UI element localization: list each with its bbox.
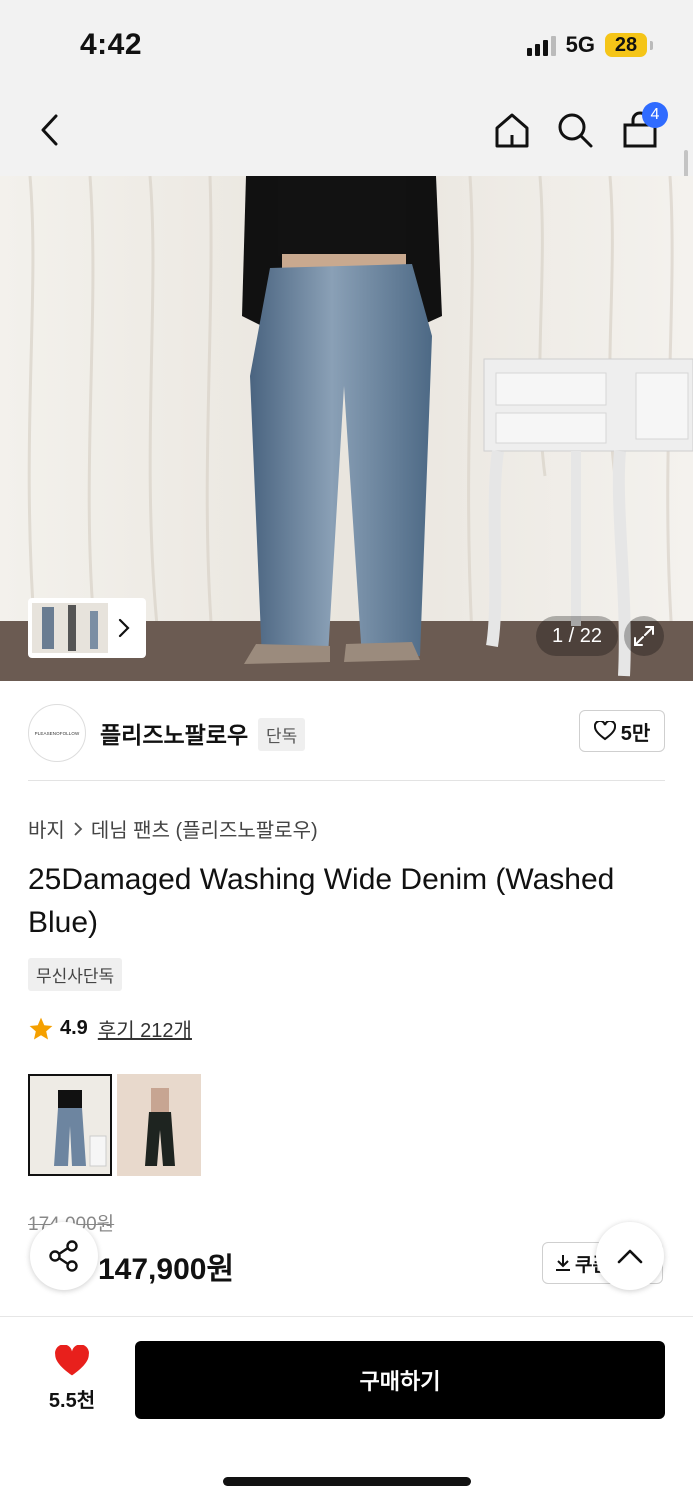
wish-button[interactable]: 5.5천	[30, 1344, 114, 1413]
battery-icon: 28	[605, 33, 653, 57]
gallery-thumbnails[interactable]	[28, 598, 146, 658]
brand-logo-text: PLEASENOFOLLOW	[34, 730, 80, 736]
status-bar: 4:42 5G 28	[0, 0, 693, 92]
buy-button[interactable]: 구매하기	[135, 1341, 665, 1419]
color-option-blue[interactable]	[28, 1074, 112, 1176]
expand-button[interactable]	[624, 616, 664, 656]
chevron-right-icon	[118, 618, 130, 638]
status-indicators: 5G 28	[526, 32, 653, 58]
swatch-image	[30, 1076, 110, 1174]
chevron-up-icon	[617, 1249, 643, 1264]
signal-icon	[526, 34, 556, 56]
heart-outline-icon	[593, 721, 616, 741]
wish-count: 5.5천	[48, 1390, 96, 1412]
thumbnail-preview	[32, 603, 108, 653]
rating-value: 4.9	[60, 1017, 88, 1039]
exclusive-badge: 무신사단독	[28, 958, 123, 991]
image-counter: 1 / 22	[536, 616, 618, 656]
expand-icon	[634, 626, 654, 646]
chevron-left-icon	[41, 114, 58, 146]
divider	[28, 780, 665, 781]
color-option-black[interactable]	[117, 1074, 201, 1176]
rating-row: 4.9 후기 212개	[28, 1014, 192, 1043]
share-button[interactable]	[30, 1222, 98, 1290]
star-icon	[29, 1017, 53, 1040]
breadcrumb: 바지 데님 팬츠 (플리즈노팔로우)	[28, 814, 318, 843]
breadcrumb-category[interactable]: 바지	[28, 814, 65, 843]
back-button[interactable]	[26, 106, 74, 154]
home-button[interactable]	[488, 106, 536, 154]
review-link[interactable]: 후기 212개	[98, 1014, 192, 1043]
share-icon	[49, 1240, 78, 1272]
network-label: 5G	[565, 32, 595, 57]
home-indicator	[223, 1477, 471, 1486]
brand-name[interactable]: 플리즈노팔로우	[100, 716, 248, 750]
brand-exclusive-tag: 단독	[258, 718, 306, 751]
bottom-action-bar: 5.5천 구매하기	[0, 1316, 693, 1501]
product-title: 25Damaged Washing Wide Denim (Washed Blu…	[28, 863, 615, 939]
brand-like-button[interactable]: 5만	[579, 710, 665, 752]
breadcrumb-subcategory[interactable]: 데님 팬츠 (플리즈노팔로우)	[91, 814, 318, 843]
download-icon	[556, 1255, 570, 1271]
brand-logo[interactable]: PLEASENOFOLLOW	[28, 704, 86, 762]
brand-row: PLEASENOFOLLOW 플리즈노팔로우 단독 5만	[28, 702, 665, 762]
status-time: 4:42	[80, 28, 143, 61]
top-nav: 4	[0, 92, 693, 176]
sale-price: 147,900원	[98, 1253, 235, 1286]
cart-button[interactable]: 4	[616, 102, 668, 154]
cart-badge: 4	[642, 102, 668, 128]
heart-filled-icon	[55, 1344, 89, 1376]
scroll-top-button[interactable]	[596, 1222, 664, 1290]
search-icon	[558, 113, 593, 148]
chevron-right-icon	[74, 821, 83, 836]
search-button[interactable]	[551, 106, 599, 154]
battery-level: 28	[614, 33, 638, 56]
brand-like-count: 5만	[620, 722, 651, 745]
swatch-image	[117, 1074, 201, 1176]
home-icon	[495, 113, 529, 148]
